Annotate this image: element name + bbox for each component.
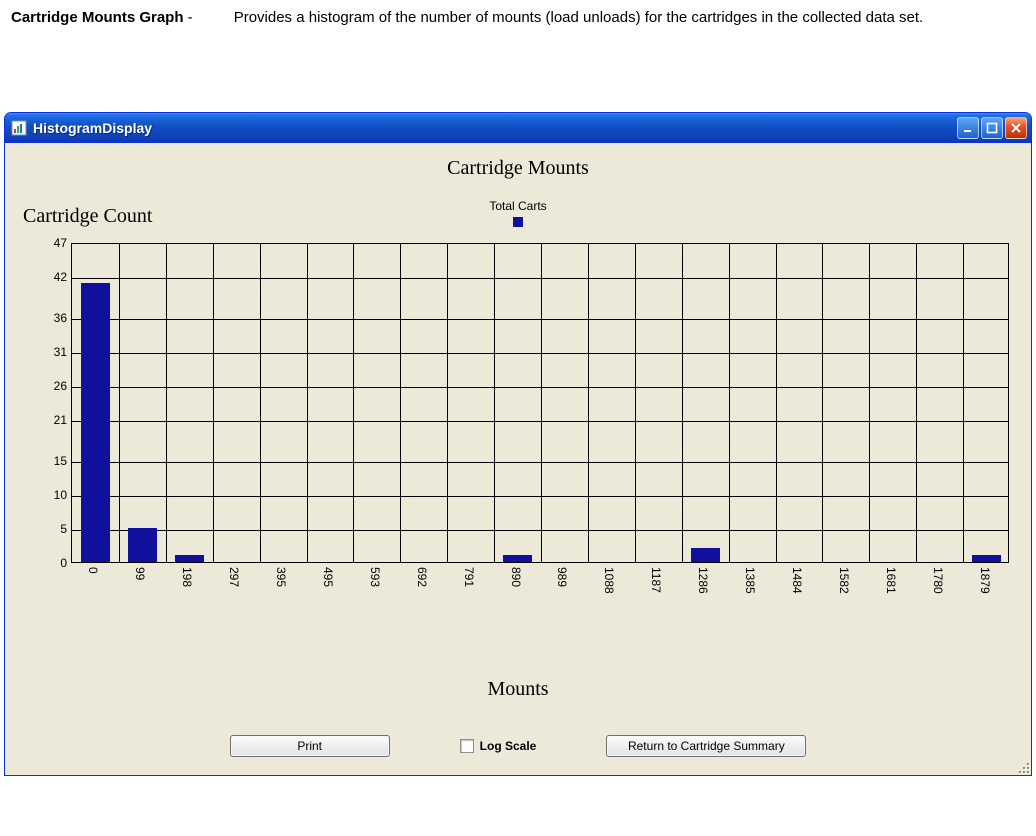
x-axis-ticks: 0 99 198 297 395 495 593 692 791 890 989 1088 1187 12… [71,563,1009,613]
x-tick-label: 1187 [649,567,663,593]
titlebar[interactable]: HistogramDisplay [5,113,1031,143]
x-tick-label: 1879 [978,567,992,594]
x-tick-label: 198 [180,567,194,587]
histogram-bar [503,555,532,562]
x-tick-label: 1484 [790,567,804,594]
histogram-bar [128,528,157,562]
legend-label: Total Carts [5,199,1031,213]
x-tick-label: 1780 [931,567,945,594]
y-tick-label: 15 [27,454,67,468]
app-icon [11,120,27,136]
y-tick-label: 47 [27,236,67,250]
x-tick-label: 1088 [602,567,616,594]
legend-swatch-icon [513,217,523,227]
x-tick-label: 692 [415,567,429,587]
close-button[interactable] [1005,117,1027,139]
window-client-area: Cartridge Mounts Cartridge Count Total C… [5,143,1031,775]
histogram-window: HistogramDisplay Cartridge Mounts Cartri… [4,112,1032,776]
print-button[interactable]: Print [230,735,390,757]
doc-description: Provides a histogram of the number of mo… [234,9,924,26]
y-tick-label: 42 [27,270,67,284]
y-tick-label: 0 [27,556,67,570]
doc-term: Cartridge Mounts Graph [11,9,184,26]
histogram-bar [691,548,720,562]
resize-grip[interactable] [1013,757,1029,773]
y-tick-label: 21 [27,413,67,427]
x-tick-label: 1582 [837,567,851,594]
checkbox-box-icon [460,739,474,753]
x-tick-label: 395 [274,567,288,587]
y-tick-label: 31 [27,345,67,359]
x-tick-label: 297 [227,567,241,587]
x-tick-label: 495 [321,567,335,587]
minimize-button[interactable] [957,117,979,139]
doc-dash: - [184,9,193,26]
x-tick-label: 791 [462,567,476,587]
histogram-bar [175,555,204,562]
return-button[interactable]: Return to Cartridge Summary [606,735,806,757]
x-tick-label: 593 [368,567,382,587]
x-tick-label: 1385 [743,567,757,594]
histogram-bar [972,555,1001,562]
x-tick-label: 1681 [884,567,898,594]
y-tick-label: 5 [27,522,67,536]
y-tick-label: 26 [27,379,67,393]
x-tick-label: 1286 [696,567,710,594]
chart-plot-area [71,243,1009,563]
window-title: HistogramDisplay [33,120,955,136]
log-scale-label: Log Scale [480,739,537,753]
chart-title: Cartridge Mounts [5,143,1031,180]
x-tick-label: 99 [133,567,147,580]
x-tick-label: 989 [555,567,569,587]
log-scale-checkbox[interactable]: Log Scale [460,739,537,753]
y-tick-label: 10 [27,488,67,502]
maximize-button[interactable] [981,117,1003,139]
x-tick-label: 0 [86,567,100,574]
histogram-bar [81,283,110,562]
chart-legend: Total Carts [5,199,1031,230]
x-tick-label: 890 [509,567,523,587]
y-tick-label: 36 [27,311,67,325]
x-axis-title: Mounts [5,678,1031,701]
